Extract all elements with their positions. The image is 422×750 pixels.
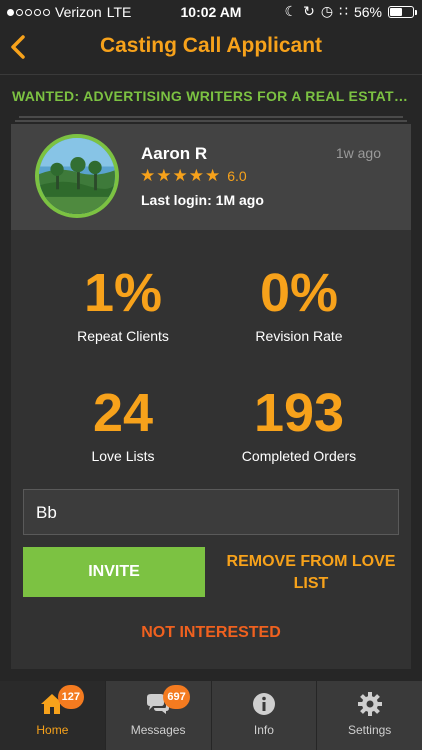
header-divider — [0, 74, 422, 75]
battery-fill — [390, 7, 403, 16]
invite-button[interactable]: INVITE — [23, 547, 205, 597]
not-interested-button[interactable]: NOT INTERESTED — [11, 624, 411, 642]
star-icons: ★★★★★ — [140, 166, 222, 185]
stat-completed-orders: 193 Completed Orders — [199, 384, 399, 464]
stat-value: 193 — [253, 383, 345, 443]
stat-value: 1% — [83, 263, 163, 323]
page-title: Casting Call Applicant — [99, 34, 323, 57]
info-icon — [252, 693, 275, 715]
stat-label: Love Lists — [91, 448, 155, 464]
tab-label: Info — [253, 723, 274, 737]
applied-time-ago: 1w ago — [335, 145, 381, 161]
avatar[interactable] — [35, 134, 119, 218]
rating-value: 6.0 — [227, 168, 247, 184]
stat-label: Completed Orders — [241, 448, 357, 464]
alarm-icon: ◷ — [320, 3, 334, 19]
applicant-name: Aaron R — [141, 144, 208, 163]
notification-badge: 127 — [57, 685, 84, 709]
job-title[interactable]: WANTED: ADVERTISING WRITERS FOR A REAL E… — [12, 88, 410, 104]
note-input[interactable]: Bb — [23, 489, 399, 535]
card-stack-edge — [15, 120, 407, 122]
battery-percent: 56% — [353, 3, 382, 20]
tab-bar: Home 127 Messages 697 Info Settings — [0, 681, 422, 750]
status-icons: ☾ ↻ ◷ ∷ 56% — [284, 3, 417, 20]
stat-repeat-clients: 1% Repeat Clients — [23, 264, 223, 344]
stat-label: Revision Rate — [255, 328, 343, 344]
avatar-image — [39, 138, 115, 214]
bluetooth-icon: ∷ — [339, 3, 348, 19]
stat-love-lists: 24 Love Lists — [23, 384, 223, 464]
star-rating: ★★★★★ 6.0 — [140, 166, 247, 186]
stat-value: 24 — [92, 383, 154, 443]
tab-messages[interactable]: Messages 697 — [106, 681, 212, 750]
tab-label: Settings — [347, 723, 392, 737]
tab-label: Messages — [130, 723, 186, 737]
stat-revision-rate: 0% Revision Rate — [199, 264, 399, 344]
moon-icon: ☾ — [284, 3, 298, 19]
stat-value: 0% — [259, 263, 339, 323]
tab-settings[interactable]: Settings — [317, 681, 422, 750]
status-bar: Verizon LTE 10:02 AM ☾ ↻ ◷ ∷ 56% — [0, 0, 422, 24]
notification-badge: 697 — [163, 685, 190, 709]
card-stack-edge — [19, 116, 403, 118]
last-login: Last login: 1M ago — [141, 192, 264, 208]
tab-label: Home — [36, 723, 69, 737]
tab-info[interactable]: Info — [212, 681, 318, 750]
applicant-card: Aaron R 1w ago ★★★★★ 6.0 Last login: 1M … — [11, 124, 411, 669]
applicant-header[interactable]: Aaron R 1w ago ★★★★★ 6.0 Last login: 1M … — [11, 124, 411, 230]
remove-from-love-list-button[interactable]: REMOVE FROM LOVE LIST — [219, 551, 403, 595]
battery-icon — [388, 5, 417, 18]
nav-bar: Casting Call Applicant — [0, 24, 422, 72]
gear-icon — [357, 692, 382, 716]
tab-home[interactable]: Home 127 — [0, 681, 106, 750]
stat-label: Repeat Clients — [77, 328, 169, 344]
lock-rotation-icon: ↻ — [303, 3, 315, 19]
